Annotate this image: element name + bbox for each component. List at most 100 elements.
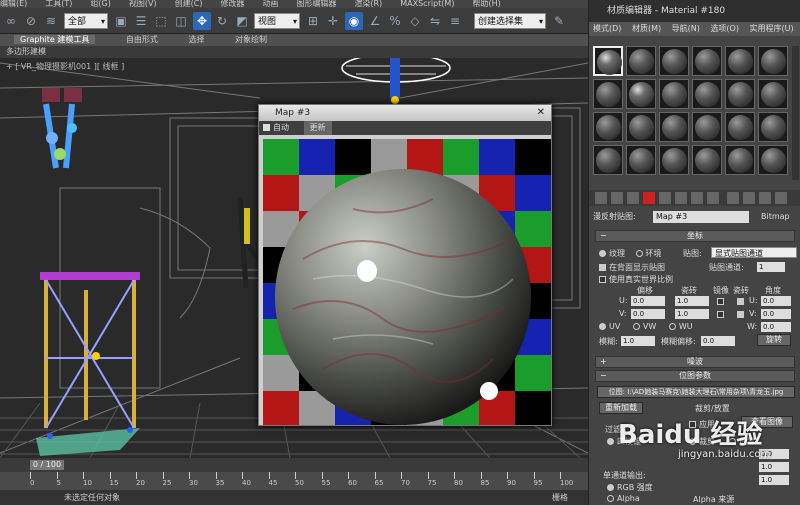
material-slot[interactable] bbox=[659, 79, 689, 109]
auto-checkbox[interactable] bbox=[263, 124, 270, 131]
make-unique-icon[interactable] bbox=[675, 192, 687, 204]
go-sibling-icon[interactable] bbox=[775, 192, 787, 204]
v-tiling-spinner[interactable]: 1.0 bbox=[675, 309, 709, 319]
bind-icon[interactable]: ≋ bbox=[42, 12, 60, 30]
blur-offset-spinner[interactable]: 0.0 bbox=[701, 336, 735, 346]
close-icon[interactable]: ✕ bbox=[537, 105, 545, 121]
assign-material-icon[interactable] bbox=[627, 192, 639, 204]
menu-item-8[interactable]: 渲染(R) bbox=[354, 0, 382, 8]
angle-snap-icon[interactable]: ∠ bbox=[366, 12, 384, 30]
menu-item-2[interactable]: 组(G) bbox=[90, 0, 110, 8]
menu-navigation[interactable]: 导航(N) bbox=[672, 24, 700, 33]
material-slot[interactable] bbox=[626, 46, 656, 76]
uv-radio[interactable] bbox=[599, 323, 606, 330]
map-channel-spinner[interactable]: 1 bbox=[757, 262, 785, 272]
material-slot[interactable] bbox=[659, 46, 689, 76]
move-icon[interactable]: ✥ bbox=[193, 12, 211, 30]
blur-spinner[interactable]: 1.0 bbox=[621, 336, 655, 346]
put-to-scene-icon[interactable] bbox=[611, 192, 623, 204]
reference-coord-select[interactable]: 视图 bbox=[254, 13, 300, 30]
named-selection-set[interactable]: 创建选择集 bbox=[474, 13, 546, 30]
window-crossing-icon[interactable]: ◫ bbox=[172, 12, 190, 30]
material-slot[interactable] bbox=[692, 112, 722, 142]
manipulate-icon[interactable]: ✛ bbox=[324, 12, 342, 30]
reset-map-icon[interactable] bbox=[643, 192, 655, 204]
spinner-snap-icon[interactable]: ◇ bbox=[406, 12, 424, 30]
u-offset-spinner[interactable]: 0.0 bbox=[631, 296, 665, 306]
rect-region-icon[interactable]: ⬚ bbox=[152, 12, 170, 30]
select-object-icon[interactable]: ▣ bbox=[112, 12, 130, 30]
material-slot[interactable] bbox=[692, 46, 722, 76]
material-slot[interactable] bbox=[758, 46, 788, 76]
environ-radio[interactable] bbox=[635, 250, 643, 257]
align-icon[interactable]: ≡ bbox=[446, 12, 464, 30]
menu-item-9[interactable]: MAXScript(M) bbox=[400, 0, 454, 8]
bitmap-params-rollup[interactable]: − 位图参数 bbox=[595, 370, 795, 382]
viewport-label[interactable]: + [ VR_物理摄影机001 ][ 线框 ] bbox=[6, 61, 124, 72]
material-slot[interactable] bbox=[626, 79, 656, 109]
material-slot[interactable] bbox=[593, 112, 623, 142]
tab-freeform[interactable]: 自由形式 bbox=[126, 35, 158, 44]
menu-item-1[interactable]: 工具(T) bbox=[45, 0, 72, 8]
tab-graphite[interactable]: Graphite 建模工具 bbox=[14, 35, 96, 44]
scale-icon[interactable]: ◩ bbox=[233, 12, 251, 30]
material-id-icon[interactable] bbox=[707, 192, 719, 204]
crop-w-spinner[interactable]: 1.0 bbox=[759, 462, 789, 472]
rgb-radio[interactable] bbox=[607, 484, 614, 491]
bitmap-path-button[interactable]: 位图: I:\AD她装马赛克\她装大理石\常用杂项\青龙玉.jpg bbox=[597, 386, 795, 398]
time-slider[interactable]: 0 / 100 bbox=[30, 460, 64, 470]
copy-material-icon[interactable] bbox=[659, 192, 671, 204]
map-name-field[interactable]: Map #3 bbox=[653, 211, 749, 223]
real-world-checkbox[interactable] bbox=[599, 276, 606, 283]
pivot-icon[interactable]: ⊞ bbox=[304, 12, 322, 30]
map-type-button[interactable]: Bitmap bbox=[761, 210, 790, 224]
u-angle-spinner[interactable]: 0.0 bbox=[761, 296, 791, 306]
menu-item-5[interactable]: 修改器 bbox=[220, 0, 244, 8]
menu-utilities[interactable]: 实用程序(U) bbox=[750, 24, 794, 33]
put-to-library-icon[interactable] bbox=[691, 192, 703, 204]
v-mirror-checkbox[interactable] bbox=[717, 311, 724, 318]
material-slot[interactable] bbox=[758, 112, 788, 142]
material-slot[interactable] bbox=[725, 79, 755, 109]
percent-snap-icon[interactable]: % bbox=[386, 12, 404, 30]
menu-item-4[interactable]: 创建(C) bbox=[175, 0, 203, 8]
material-slot[interactable] bbox=[593, 145, 623, 175]
menu-item-3[interactable]: 视图(V) bbox=[129, 0, 157, 8]
u-tiling-spinner[interactable]: 1.0 bbox=[675, 296, 709, 306]
link-icon[interactable]: ∞ bbox=[2, 12, 20, 30]
reload-button[interactable]: 重新加载 bbox=[599, 402, 643, 414]
unlink-icon[interactable]: ⊘ bbox=[22, 12, 40, 30]
material-slot[interactable] bbox=[758, 79, 788, 109]
menu-item-7[interactable]: 图形编辑器 bbox=[296, 0, 336, 8]
show-end-result-icon[interactable] bbox=[743, 192, 755, 204]
material-slot[interactable] bbox=[659, 145, 689, 175]
tab-object-paint[interactable]: 对象绘制 bbox=[235, 35, 267, 44]
mapping-select[interactable]: 显式贴图通道 bbox=[711, 247, 797, 258]
select-by-name-icon[interactable]: ☰ bbox=[132, 12, 150, 30]
v-tile-checkbox[interactable] bbox=[737, 311, 744, 318]
crop-h-spinner[interactable]: 1.0 bbox=[759, 475, 789, 485]
show-map-icon[interactable] bbox=[727, 192, 739, 204]
material-slot[interactable] bbox=[593, 79, 623, 109]
go-parent-icon[interactable] bbox=[759, 192, 771, 204]
get-material-icon[interactable] bbox=[595, 192, 607, 204]
material-slot[interactable] bbox=[626, 112, 656, 142]
menu-item-6[interactable]: 动画 bbox=[262, 0, 278, 8]
pyramid-radio[interactable] bbox=[607, 438, 614, 445]
material-slot[interactable] bbox=[758, 145, 788, 175]
u-mirror-checkbox[interactable] bbox=[717, 298, 724, 305]
material-slot[interactable] bbox=[659, 112, 689, 142]
menu-mode[interactable]: 模式(D) bbox=[593, 24, 621, 33]
snap-toggle-icon[interactable]: ◉ bbox=[345, 12, 363, 30]
material-slot[interactable] bbox=[725, 145, 755, 175]
alpha-radio[interactable] bbox=[607, 495, 614, 502]
rotate-button[interactable]: 旋转 bbox=[757, 334, 791, 346]
texture-radio[interactable] bbox=[599, 250, 606, 257]
material-slot[interactable] bbox=[593, 46, 623, 76]
material-slot[interactable] bbox=[692, 79, 722, 109]
map-dialog-titlebar[interactable]: Map #3 ✕ bbox=[259, 105, 551, 121]
menu-item-10[interactable]: 帮助(H) bbox=[472, 0, 500, 8]
rotate-icon[interactable]: ↻ bbox=[213, 12, 231, 30]
edit-named-selection-icon[interactable]: ✎ bbox=[550, 12, 568, 30]
mirror-icon[interactable]: ⇋ bbox=[426, 12, 444, 30]
